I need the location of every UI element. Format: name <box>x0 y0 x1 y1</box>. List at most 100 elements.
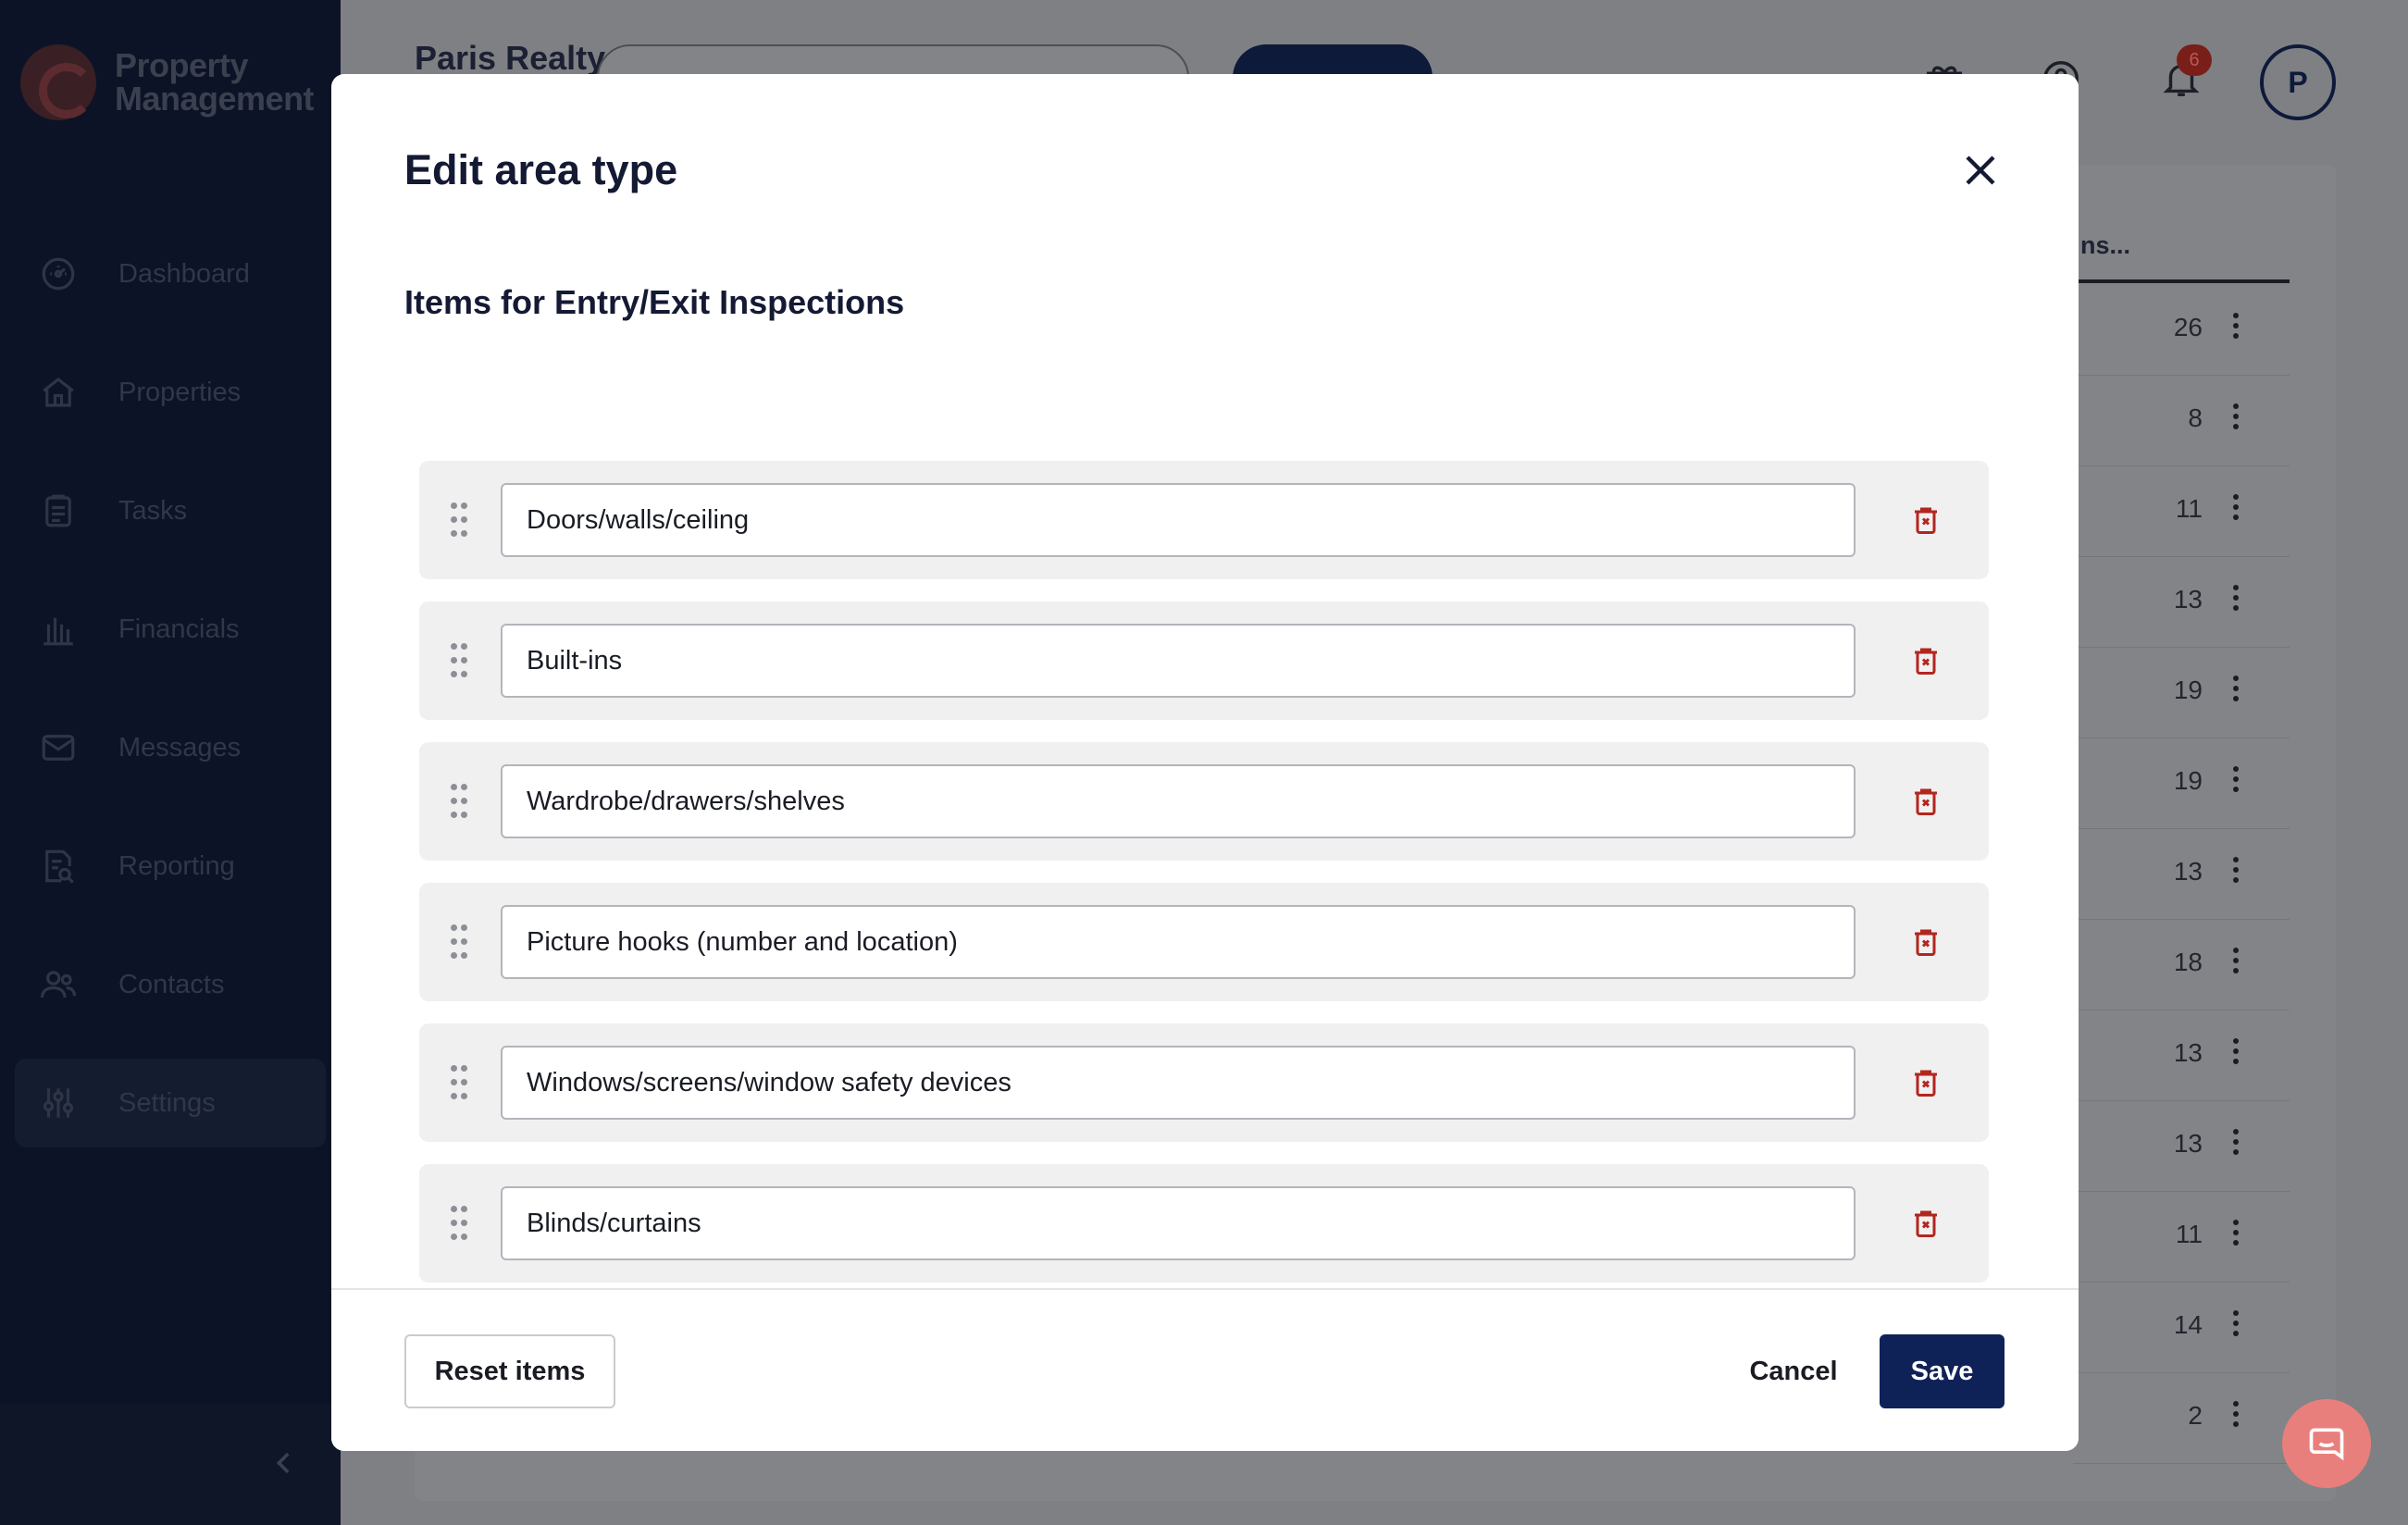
chat-bubble-icon <box>2309 1428 2344 1461</box>
brand-name-line1: Property <box>115 46 249 84</box>
table-cell-count: 13 <box>2173 1129 2203 1158</box>
table-row: 13 <box>2073 557 2290 648</box>
sidebar-item-label: Tasks <box>118 495 188 526</box>
table-row: 13 <box>2073 829 2290 920</box>
item-name-input[interactable] <box>501 483 1856 557</box>
report-search-icon <box>39 847 78 886</box>
people-icon <box>39 965 78 1004</box>
sliders-icon <box>39 1084 78 1122</box>
clipboard-icon <box>39 491 78 530</box>
modal-title: Edit area type <box>404 146 678 193</box>
table-column-header[interactable]: ns... <box>2080 231 2130 260</box>
drag-handle-icon[interactable] <box>451 1206 469 1241</box>
modal-footer: Reset items Cancel Save <box>331 1288 2079 1451</box>
sidebar-item-properties[interactable]: Properties <box>15 348 326 437</box>
table-row: 2 <box>2073 1373 2290 1464</box>
close-icon[interactable] <box>1958 148 2003 192</box>
row-more-options-icon[interactable] <box>2230 585 2241 622</box>
user-avatar[interactable]: P <box>2260 44 2336 120</box>
sidebar-item-tasks[interactable]: Tasks <box>15 466 326 555</box>
sidebar-item-label: Settings <box>118 1087 216 1118</box>
drag-handle-icon[interactable] <box>451 784 469 819</box>
delete-trash-icon[interactable] <box>1909 925 1943 959</box>
sidebar-nav: Dashboard Properties Tasks Financials Me… <box>15 229 326 1177</box>
table-cell-count: 14 <box>2173 1310 2203 1339</box>
item-name-input[interactable] <box>501 1186 1856 1260</box>
inspection-items-list[interactable] <box>331 379 2079 1360</box>
item-name-input[interactable] <box>501 905 1856 979</box>
app-root: Property Management Dashboard Properties <box>0 0 2408 1525</box>
edit-area-type-modal: Edit area type Items for Entry/Exit Insp… <box>331 74 2079 1451</box>
item-name-input[interactable] <box>501 1046 1856 1120</box>
list-item <box>419 883 1989 1001</box>
drag-handle-icon[interactable] <box>451 1065 469 1100</box>
table-row: 13 <box>2073 1010 2290 1101</box>
sidebar-item-dashboard[interactable]: Dashboard <box>15 229 326 318</box>
sidebar-item-label: Messages <box>118 732 242 762</box>
row-more-options-icon[interactable] <box>2230 1401 2241 1438</box>
envelope-icon <box>39 728 78 767</box>
item-name-input[interactable] <box>501 624 1856 698</box>
row-more-options-icon[interactable] <box>2230 676 2241 713</box>
sidebar-footer <box>0 1405 341 1525</box>
sidebar: Property Management Dashboard Properties <box>0 0 341 1525</box>
table-row: 26 <box>2073 285 2290 376</box>
row-more-options-icon[interactable] <box>2230 766 2241 803</box>
row-more-options-icon[interactable] <box>2230 1310 2241 1347</box>
sidebar-item-label: Financials <box>118 614 240 644</box>
table-row: 14 <box>2073 1283 2290 1373</box>
cancel-button[interactable]: Cancel <box>1719 1334 1868 1408</box>
brand-name: Property Management <box>115 46 315 118</box>
save-button[interactable]: Save <box>1880 1334 2005 1408</box>
row-more-options-icon[interactable] <box>2230 1129 2241 1166</box>
table-cell-count: 11 <box>2175 494 2203 523</box>
table-cell-count: 2 <box>2188 1401 2203 1430</box>
delete-trash-icon[interactable] <box>1909 785 1943 818</box>
chat-launcher-button[interactable] <box>2282 1399 2371 1488</box>
row-more-options-icon[interactable] <box>2230 857 2241 894</box>
table-header-underline <box>2073 279 2290 283</box>
table-row: 19 <box>2073 648 2290 738</box>
sidebar-item-messages[interactable]: Messages <box>15 703 326 792</box>
sidebar-item-financials[interactable]: Financials <box>15 585 326 674</box>
brand-logo-icon <box>20 44 96 120</box>
delete-trash-icon[interactable] <box>1909 644 1943 677</box>
table-row: 13 <box>2073 1101 2290 1192</box>
sidebar-item-label: Reporting <box>118 850 235 881</box>
sidebar-item-contacts[interactable]: Contacts <box>15 940 326 1029</box>
delete-trash-icon[interactable] <box>1909 503 1943 537</box>
row-more-options-icon[interactable] <box>2230 1220 2241 1257</box>
row-more-options-icon[interactable] <box>2230 1038 2241 1075</box>
list-item <box>419 601 1989 720</box>
sidebar-item-reporting[interactable]: Reporting <box>15 822 326 911</box>
brand[interactable]: Property Management <box>20 44 315 120</box>
table-cell-count: 11 <box>2175 1220 2203 1248</box>
table-row: 18 <box>2073 920 2290 1010</box>
sidebar-item-label: Dashboard <box>118 258 250 289</box>
row-more-options-icon[interactable] <box>2230 494 2241 531</box>
table-row: 11 <box>2073 1192 2290 1283</box>
row-more-options-icon[interactable] <box>2230 313 2241 350</box>
dashboard-gauge-icon <box>39 254 78 293</box>
section-title: Items for Entry/Exit Inspections <box>404 283 905 321</box>
drag-handle-icon[interactable] <box>451 643 469 678</box>
background-table-rows: 26 8 11 13 19 19 13 18 13 13 11 14 2 <box>2073 285 2290 1464</box>
list-item <box>419 742 1989 861</box>
drag-handle-icon[interactable] <box>451 502 469 538</box>
collapse-sidebar-chevron-left-icon[interactable] <box>268 1447 300 1479</box>
sidebar-item-settings[interactable]: Settings <box>15 1059 326 1147</box>
table-row: 11 <box>2073 466 2290 557</box>
list-item <box>419 1023 1989 1142</box>
drag-handle-icon[interactable] <box>451 924 469 960</box>
delete-trash-icon[interactable] <box>1909 1066 1943 1099</box>
sidebar-item-label: Properties <box>118 377 242 407</box>
row-more-options-icon[interactable] <box>2230 948 2241 985</box>
delete-trash-icon[interactable] <box>1909 1207 1943 1240</box>
table-row: 19 <box>2073 738 2290 829</box>
reset-items-button[interactable]: Reset items <box>404 1334 615 1408</box>
row-more-options-icon[interactable] <box>2230 403 2241 440</box>
brand-name-line2: Management <box>115 80 315 118</box>
table-cell-count: 13 <box>2173 1038 2203 1067</box>
item-name-input[interactable] <box>501 764 1856 838</box>
notification-count-badge: 6 <box>2177 44 2212 76</box>
